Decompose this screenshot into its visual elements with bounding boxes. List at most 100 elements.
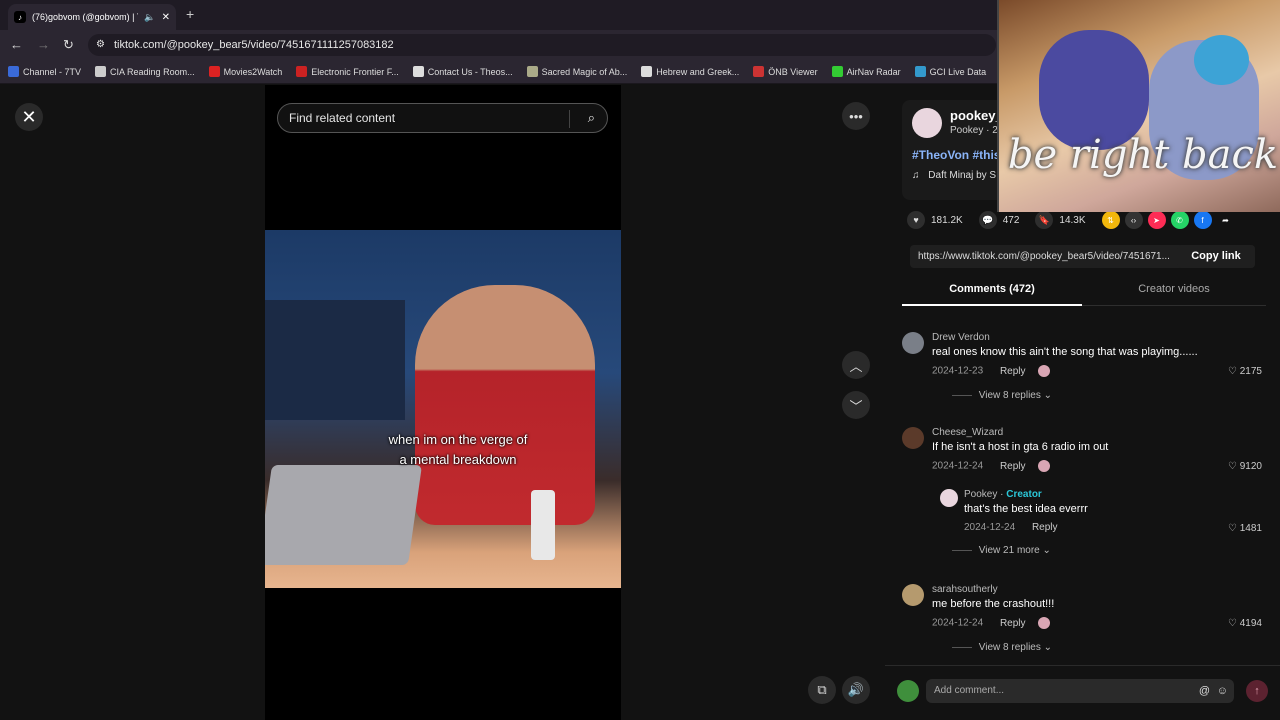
whatsapp-icon[interactable]: ✆ [1170, 211, 1189, 229]
comment-like-button[interactable]: ♡ 2175 [1228, 366, 1262, 377]
copy-link-button[interactable]: Copy link [1177, 245, 1255, 268]
send-icon[interactable]: ➤ [1147, 211, 1166, 229]
bookmark-item[interactable]: Contact Us - Theos... [412, 66, 513, 77]
comment-author[interactable]: Drew Verdon [932, 332, 990, 343]
back-icon[interactable]: ← [10, 37, 23, 52]
comment-like-count: 9120 [1239, 461, 1262, 472]
heart-outline-icon: ♡ [1228, 461, 1237, 472]
url-text: tiktok.com/@pookey_bear5/video/745167111… [114, 39, 394, 51]
comment-composer: Add comment... @ ☺ ↑ [885, 665, 1280, 720]
comment-button[interactable]: 💬 472 [978, 211, 1019, 229]
speaker-icon[interactable]: 🔈 [144, 12, 155, 23]
forward-icon[interactable]: → [37, 37, 50, 52]
video-laptop [265, 465, 423, 565]
comment-placeholder: Add comment... [934, 685, 1005, 696]
comment-like-button[interactable]: ♡ 4194 [1228, 618, 1262, 629]
share-arrow-icon[interactable]: ➦ [1217, 211, 1235, 229]
comment-text: real ones know this ain't the song that … [932, 346, 1198, 358]
url-field[interactable]: ⚙ tiktok.com/@pookey_bear5/video/7451671… [88, 34, 996, 56]
reply-avatar[interactable] [940, 489, 958, 507]
comment-input[interactable]: Add comment... @ ☺ [926, 679, 1234, 703]
bookmark-item[interactable]: AirNav Radar [831, 66, 901, 77]
previous-video-button[interactable]: ︿ [842, 351, 870, 379]
creator-liked-icon [1038, 365, 1051, 377]
search-input[interactable]: Find related content ⌕ [277, 103, 608, 133]
reply-like-button[interactable]: ♡ 1481 [1228, 523, 1262, 534]
tiktok-favicon-icon: ♪ [14, 11, 26, 23]
share-link-row: https://www.tiktok.com/@pookey_bear5/vid… [910, 245, 1255, 268]
comment-avatar[interactable] [902, 332, 924, 354]
reply-button[interactable]: Reply [1000, 461, 1026, 472]
more-options-button[interactable]: ••• [842, 102, 870, 130]
bookmark-favicon-icon [831, 66, 843, 77]
reply-button[interactable]: Reply [1000, 366, 1026, 377]
bookmark-item[interactable]: Sacred Magic of Ab... [526, 66, 627, 77]
site-info-icon[interactable]: ⚙ [96, 34, 105, 56]
author-avatar[interactable] [912, 108, 942, 138]
emoji-icon[interactable]: ☺ [1217, 679, 1228, 703]
author-name[interactable]: pookey_ [950, 108, 1003, 123]
browser-tab[interactable]: ♪ (76)gobvom (@gobvom) | T 🔈 ✕ [8, 4, 176, 30]
new-tab-icon[interactable]: + [186, 6, 194, 22]
comment-meta: 2024-12-24 Reply [932, 617, 1051, 629]
bookmark-item[interactable]: Channel - 7TV [8, 66, 81, 77]
bookmark-item[interactable]: Hebrew and Greek... [641, 66, 739, 77]
tab-comments[interactable]: Comments (472) [902, 280, 1082, 306]
reply-button[interactable]: Reply [1032, 522, 1058, 533]
comment-like-button[interactable]: ♡ 9120 [1228, 461, 1262, 472]
close-tab-icon[interactable]: ✕ [162, 12, 170, 23]
comment-author[interactable]: sarahsoutherly [932, 584, 998, 595]
bookmark-item[interactable]: CIA Reading Room... [95, 66, 195, 77]
reply-item: Pookey · Creator that's the best idea ev… [940, 489, 1262, 539]
comment-date: 2024-12-24 [932, 617, 984, 629]
repost-icon[interactable]: ⇅ [1101, 211, 1120, 229]
reply-date: 2024-12-24 [964, 522, 1016, 533]
bookmark-item[interactable]: Electronic Frontier F... [296, 66, 399, 77]
video-hashtags[interactable]: #TheoVon #this [912, 148, 1000, 162]
heart-outline-icon: ♡ [1228, 523, 1237, 534]
like-button[interactable]: ♥ 181.2K [907, 211, 963, 229]
comment-text: If he isn't a host in gta 6 radio im out [932, 441, 1109, 453]
view-replies-label: View 8 replies [978, 390, 1041, 401]
caption-line-2: a mental breakdown [399, 452, 517, 467]
video-background-shelf [265, 300, 405, 420]
view-replies-button[interactable]: View 8 replies ⌄ [952, 642, 1052, 653]
next-video-button[interactable]: ﹀ [842, 391, 870, 419]
comment-author[interactable]: Cheese_Wizard [932, 427, 1003, 438]
bookmark-item[interactable]: ÖNB Viewer [753, 66, 818, 77]
search-icon[interactable]: ⌕ [588, 104, 595, 132]
pip-overlay[interactable]: be right back [997, 0, 1280, 212]
save-button[interactable]: 🔖 14.3K [1035, 211, 1086, 229]
facebook-icon[interactable]: f [1193, 211, 1212, 229]
mention-icon[interactable]: @ [1199, 679, 1210, 703]
share-link-url[interactable]: https://www.tiktok.com/@pookey_bear5/vid… [918, 251, 1170, 262]
music-link[interactable]: ♫ Daft Minaj by S [912, 170, 996, 181]
post-comment-button[interactable]: ↑ [1246, 680, 1268, 702]
action-bar: ♥ 181.2K 💬 472 🔖 14.3K ⇅ ‹› ➤ ✆ f ➦ [907, 210, 1257, 230]
comment-meta: 2024-12-23 Reply [932, 365, 1051, 377]
bookmark-item[interactable]: GCI Live Data [914, 66, 986, 77]
reload-icon[interactable]: ↻ [63, 37, 74, 53]
view-replies-button[interactable]: View 8 replies ⌄ [952, 390, 1052, 401]
comment-avatar[interactable] [902, 427, 924, 449]
comment-avatar[interactable] [902, 584, 924, 606]
tab-creator-videos[interactable]: Creator videos [1084, 280, 1264, 306]
embed-icon[interactable]: ‹› [1124, 211, 1143, 229]
divider-line [952, 394, 972, 396]
reply-author[interactable]: Pookey · Creator [964, 489, 1042, 500]
reply-button[interactable]: Reply [1000, 618, 1026, 629]
comment-date: 2024-12-23 [932, 365, 984, 377]
bookmark-label: Contact Us - Theos... [427, 66, 513, 77]
view-more-replies-button[interactable]: View 21 more ⌄ [952, 545, 1051, 556]
comment-item: Drew Verdon real ones know this ain't th… [902, 332, 1262, 402]
close-video-button[interactable]: ✕ [15, 103, 43, 131]
search-placeholder: Find related content [289, 111, 396, 125]
volume-button[interactable]: 🔊 [842, 676, 870, 704]
floating-player-button[interactable]: ⧉ [808, 676, 836, 704]
bookmark-item[interactable]: Movies2Watch [208, 66, 282, 77]
video-player[interactable]: when im on the verge of a mental breakdo… [265, 230, 621, 588]
view-replies-label: View 8 replies [978, 642, 1041, 653]
bookmark-label: Hebrew and Greek... [656, 66, 740, 77]
comment-item: Cheese_Wizard If he isn't a host in gta … [902, 427, 1262, 567]
author-subtitle: Pookey · 2 [950, 125, 998, 136]
